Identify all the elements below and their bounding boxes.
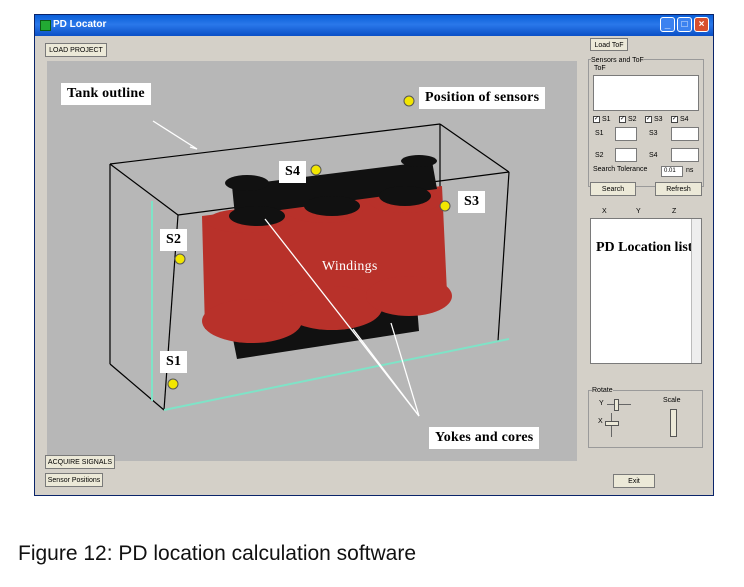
s2-field[interactable] <box>615 148 637 162</box>
load-tof-button[interactable]: Load ToF <box>590 38 628 51</box>
app-icon <box>40 20 51 31</box>
rotate-scale-group: Rotate Y X Scale <box>588 387 703 448</box>
rotate-title: Rotate <box>592 387 613 394</box>
list-scrollbar[interactable] <box>691 219 701 363</box>
s2-field-label: S2 <box>595 152 604 159</box>
search-tolerance-label: Search Tolerance <box>593 166 648 173</box>
load-project-button[interactable]: LOAD PROJECT <box>45 43 107 57</box>
exit-button[interactable]: Exit <box>613 474 655 488</box>
minimize-button[interactable]: _ <box>660 17 675 32</box>
yokes-and-cores-label: Yokes and cores <box>429 427 540 449</box>
s1-checkbox[interactable]: ✓ <box>593 116 600 123</box>
s3-checkbox[interactable]: ✓ <box>645 116 652 123</box>
s4-check-label: S4 <box>680 116 689 123</box>
pd-location-list[interactable]: PD Location list <box>590 218 702 364</box>
scale-label: Scale <box>663 397 681 404</box>
rotate-x-label: X <box>598 418 603 425</box>
rotate-y-slider[interactable] <box>607 404 631 405</box>
s4-field-label: S4 <box>649 152 658 159</box>
column-x: X <box>602 208 607 215</box>
refresh-button[interactable]: Refresh <box>655 182 702 196</box>
scale-slider[interactable] <box>670 409 677 437</box>
search-button[interactable]: Search <box>590 182 636 196</box>
s2-checkbox[interactable]: ✓ <box>619 116 626 123</box>
s1-field[interactable] <box>615 127 637 141</box>
s2-check-label: S2 <box>628 116 637 123</box>
tof-label: ToF <box>594 65 606 72</box>
close-button[interactable]: × <box>694 17 709 32</box>
position-of-sensors-label: Position of sensors <box>419 87 546 109</box>
figure-caption: Figure 12: PD location calculation softw… <box>18 542 417 565</box>
sensor-positions-button[interactable]: Sensor Positions <box>45 473 103 487</box>
acquire-signals-button[interactable]: ACQUIRE SIGNALS <box>45 455 115 469</box>
column-y: Y <box>636 208 641 215</box>
s1-field-label: S1 <box>595 130 604 137</box>
s4-field[interactable] <box>671 148 699 162</box>
search-tolerance-field[interactable]: 0.01 <box>661 166 683 177</box>
s3-field[interactable] <box>671 127 699 141</box>
search-tolerance-unit: ns <box>686 167 694 174</box>
tank-outline-label: Tank outline <box>61 83 151 105</box>
rotate-y-thumb[interactable] <box>614 399 619 411</box>
windings-label: Windings <box>322 259 378 274</box>
window-title: PD Locator <box>53 19 107 30</box>
column-z: Z <box>672 208 677 215</box>
s1-check-label: S1 <box>602 116 611 123</box>
pd-location-list-label: PD Location list <box>596 240 693 255</box>
pd-locator-window: PD Locator _ □ × LOAD PROJECT Tank outli… <box>34 14 714 496</box>
sensors-tof-group: Sensors and ToF ToF ✓ S1 ✓ S2 ✓ S3 ✓ S4 … <box>588 57 704 187</box>
maximize-button[interactable]: □ <box>677 17 692 32</box>
sensors-tof-title: Sensors and ToF <box>591 57 644 64</box>
rotate-x-thumb[interactable] <box>605 421 619 426</box>
rotate-y-label: Y <box>599 400 604 407</box>
sensor-s1-label: S1 <box>160 351 188 373</box>
sensor-s3-label: S3 <box>458 191 486 213</box>
tof-textbox[interactable] <box>593 75 699 111</box>
transformer-3d-view <box>109 95 510 417</box>
sensor-s2-label: S2 <box>160 229 188 251</box>
sensor-s4-label: S4 <box>279 161 307 183</box>
s3-field-label: S3 <box>649 130 658 137</box>
title-bar[interactable]: PD Locator _ □ × <box>35 15 713 36</box>
3d-viewport[interactable]: Tank outline Position of sensors S4 S3 S… <box>47 61 577 461</box>
s3-check-label: S3 <box>654 116 663 123</box>
s4-checkbox[interactable]: ✓ <box>671 116 678 123</box>
